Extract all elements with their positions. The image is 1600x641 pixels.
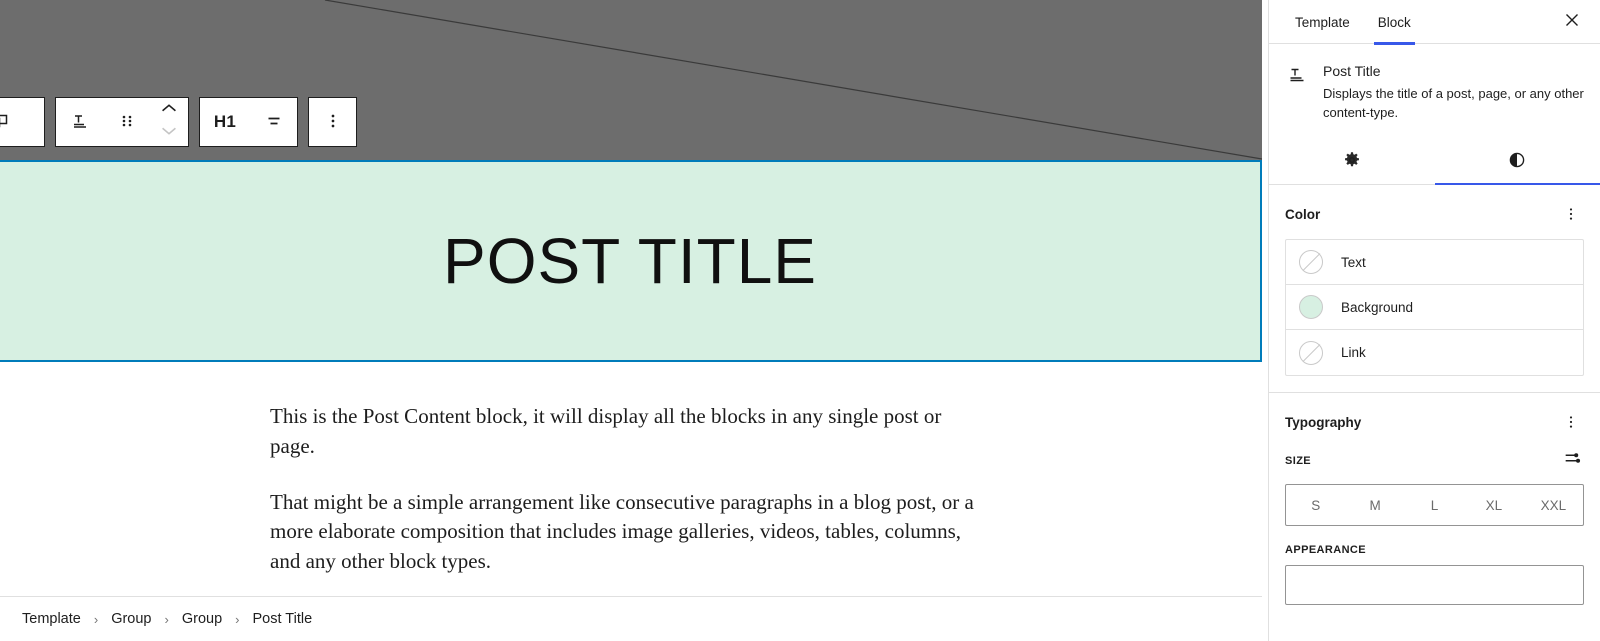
post-content-paragraph: This is the Post Content block, it will … bbox=[270, 404, 942, 458]
close-sidebar-button[interactable] bbox=[1558, 8, 1586, 36]
sidebar-icon-tabs bbox=[1269, 138, 1600, 185]
gear-icon bbox=[1341, 149, 1363, 174]
close-icon bbox=[1562, 10, 1582, 35]
breadcrumb-separator-icon: › bbox=[93, 611, 99, 627]
ellipsis-vertical-icon bbox=[321, 109, 345, 136]
color-row-link[interactable]: Link bbox=[1286, 330, 1583, 375]
block-mover bbox=[150, 98, 188, 146]
typography-section-title: Typography bbox=[1285, 414, 1362, 430]
font-size-s[interactable]: S bbox=[1286, 485, 1345, 525]
block-card-text: Post Title Displays the title of a post,… bbox=[1323, 61, 1584, 122]
settings-sidebar: Template Block Post Title Displays the t… bbox=[1268, 0, 1600, 641]
breadcrumb-item-group[interactable]: Group bbox=[177, 608, 227, 630]
appearance-label: APPEARANCE bbox=[1285, 544, 1367, 556]
color-row-label: Text bbox=[1341, 254, 1366, 270]
color-row-label: Link bbox=[1341, 345, 1366, 360]
link-color-swatch[interactable] bbox=[1299, 340, 1323, 365]
color-section-title: Color bbox=[1285, 206, 1321, 222]
breadcrumb-item-group[interactable]: Group bbox=[106, 608, 156, 630]
color-options-button[interactable] bbox=[1558, 201, 1584, 227]
breadcrumb: Template › Group › Group › Post Title bbox=[0, 596, 1262, 641]
typography-section-header: Typography bbox=[1285, 409, 1584, 435]
tab-styles[interactable] bbox=[1434, 138, 1600, 185]
breadcrumb-item-template[interactable]: Template bbox=[17, 608, 86, 630]
drag-dots-icon bbox=[115, 109, 139, 136]
align-text-button[interactable] bbox=[250, 98, 297, 146]
select-parent-block-button[interactable] bbox=[0, 97, 45, 147]
align-center-icon bbox=[262, 109, 286, 136]
move-down-icon[interactable] bbox=[158, 122, 180, 145]
block-type-button[interactable] bbox=[56, 98, 103, 146]
breadcrumb-separator-icon: › bbox=[235, 611, 240, 627]
block-format-group: H1 bbox=[199, 97, 298, 147]
custom-size-button[interactable] bbox=[1562, 447, 1584, 474]
block-card-description: Displays the title of a post, page, or a… bbox=[1323, 86, 1584, 120]
typography-options-button[interactable] bbox=[1558, 409, 1584, 435]
font-size-l[interactable]: L bbox=[1405, 485, 1464, 525]
text-color-swatch[interactable] bbox=[1299, 250, 1323, 274]
block-options-group bbox=[308, 97, 357, 147]
font-size-xl[interactable]: XL bbox=[1464, 485, 1523, 525]
font-size-xxl[interactable]: XXL bbox=[1524, 485, 1583, 525]
color-row-text[interactable]: Text bbox=[1286, 240, 1583, 285]
color-section: Color Text Background Link bbox=[1269, 185, 1600, 393]
post-title-text: POST TITLE bbox=[443, 225, 817, 297]
tab-template[interactable]: Template bbox=[1281, 0, 1364, 44]
color-options-list: Text Background Link bbox=[1285, 239, 1584, 376]
breadcrumb-item-post-title[interactable]: Post Title bbox=[248, 608, 318, 630]
post-title-icon bbox=[68, 109, 92, 136]
block-card-title: Post Title bbox=[1323, 63, 1381, 79]
typography-section: Typography SIZE S M L XL XXL APPEARANCE bbox=[1269, 393, 1600, 621]
font-size-toggle-group: S M L XL XXL bbox=[1285, 484, 1584, 526]
breadcrumb-separator-icon: › bbox=[164, 611, 169, 627]
post-title-block[interactable]: POST TITLE bbox=[0, 160, 1262, 362]
contrast-icon bbox=[1506, 149, 1528, 174]
parent-block-icon bbox=[0, 98, 22, 146]
post-title-icon bbox=[1285, 63, 1309, 87]
tab-block[interactable]: Block bbox=[1364, 0, 1425, 45]
editor-canvas: H1 POST TITLE This is the Post Content b… bbox=[0, 0, 1262, 641]
color-row-label: Background bbox=[1341, 299, 1414, 315]
color-row-background[interactable]: Background bbox=[1286, 285, 1583, 330]
font-size-m[interactable]: M bbox=[1345, 485, 1404, 525]
font-size-header: SIZE bbox=[1285, 447, 1584, 474]
heading-level-button[interactable]: H1 bbox=[200, 98, 250, 146]
block-card: Post Title Displays the title of a post,… bbox=[1269, 44, 1600, 138]
move-up-icon[interactable] bbox=[158, 99, 180, 122]
tab-settings[interactable] bbox=[1269, 138, 1435, 184]
appearance-select[interactable] bbox=[1285, 565, 1584, 605]
sidebar-tabs: Template Block bbox=[1269, 0, 1600, 45]
more-options-button[interactable] bbox=[309, 98, 356, 146]
block-toolbar-main bbox=[55, 97, 189, 147]
drag-handle-button[interactable] bbox=[103, 98, 150, 146]
post-content-block[interactable]: This is the Post Content block, it will … bbox=[270, 402, 980, 577]
post-content-paragraph: That might be a simple arrangement like … bbox=[270, 489, 974, 574]
wordpress-site-editor: H1 POST TITLE This is the Post Content b… bbox=[0, 0, 1600, 641]
font-size-label: SIZE bbox=[1285, 454, 1312, 467]
color-section-header: Color bbox=[1285, 201, 1584, 227]
background-color-swatch[interactable] bbox=[1299, 295, 1323, 319]
block-toolbar: H1 bbox=[0, 97, 357, 147]
